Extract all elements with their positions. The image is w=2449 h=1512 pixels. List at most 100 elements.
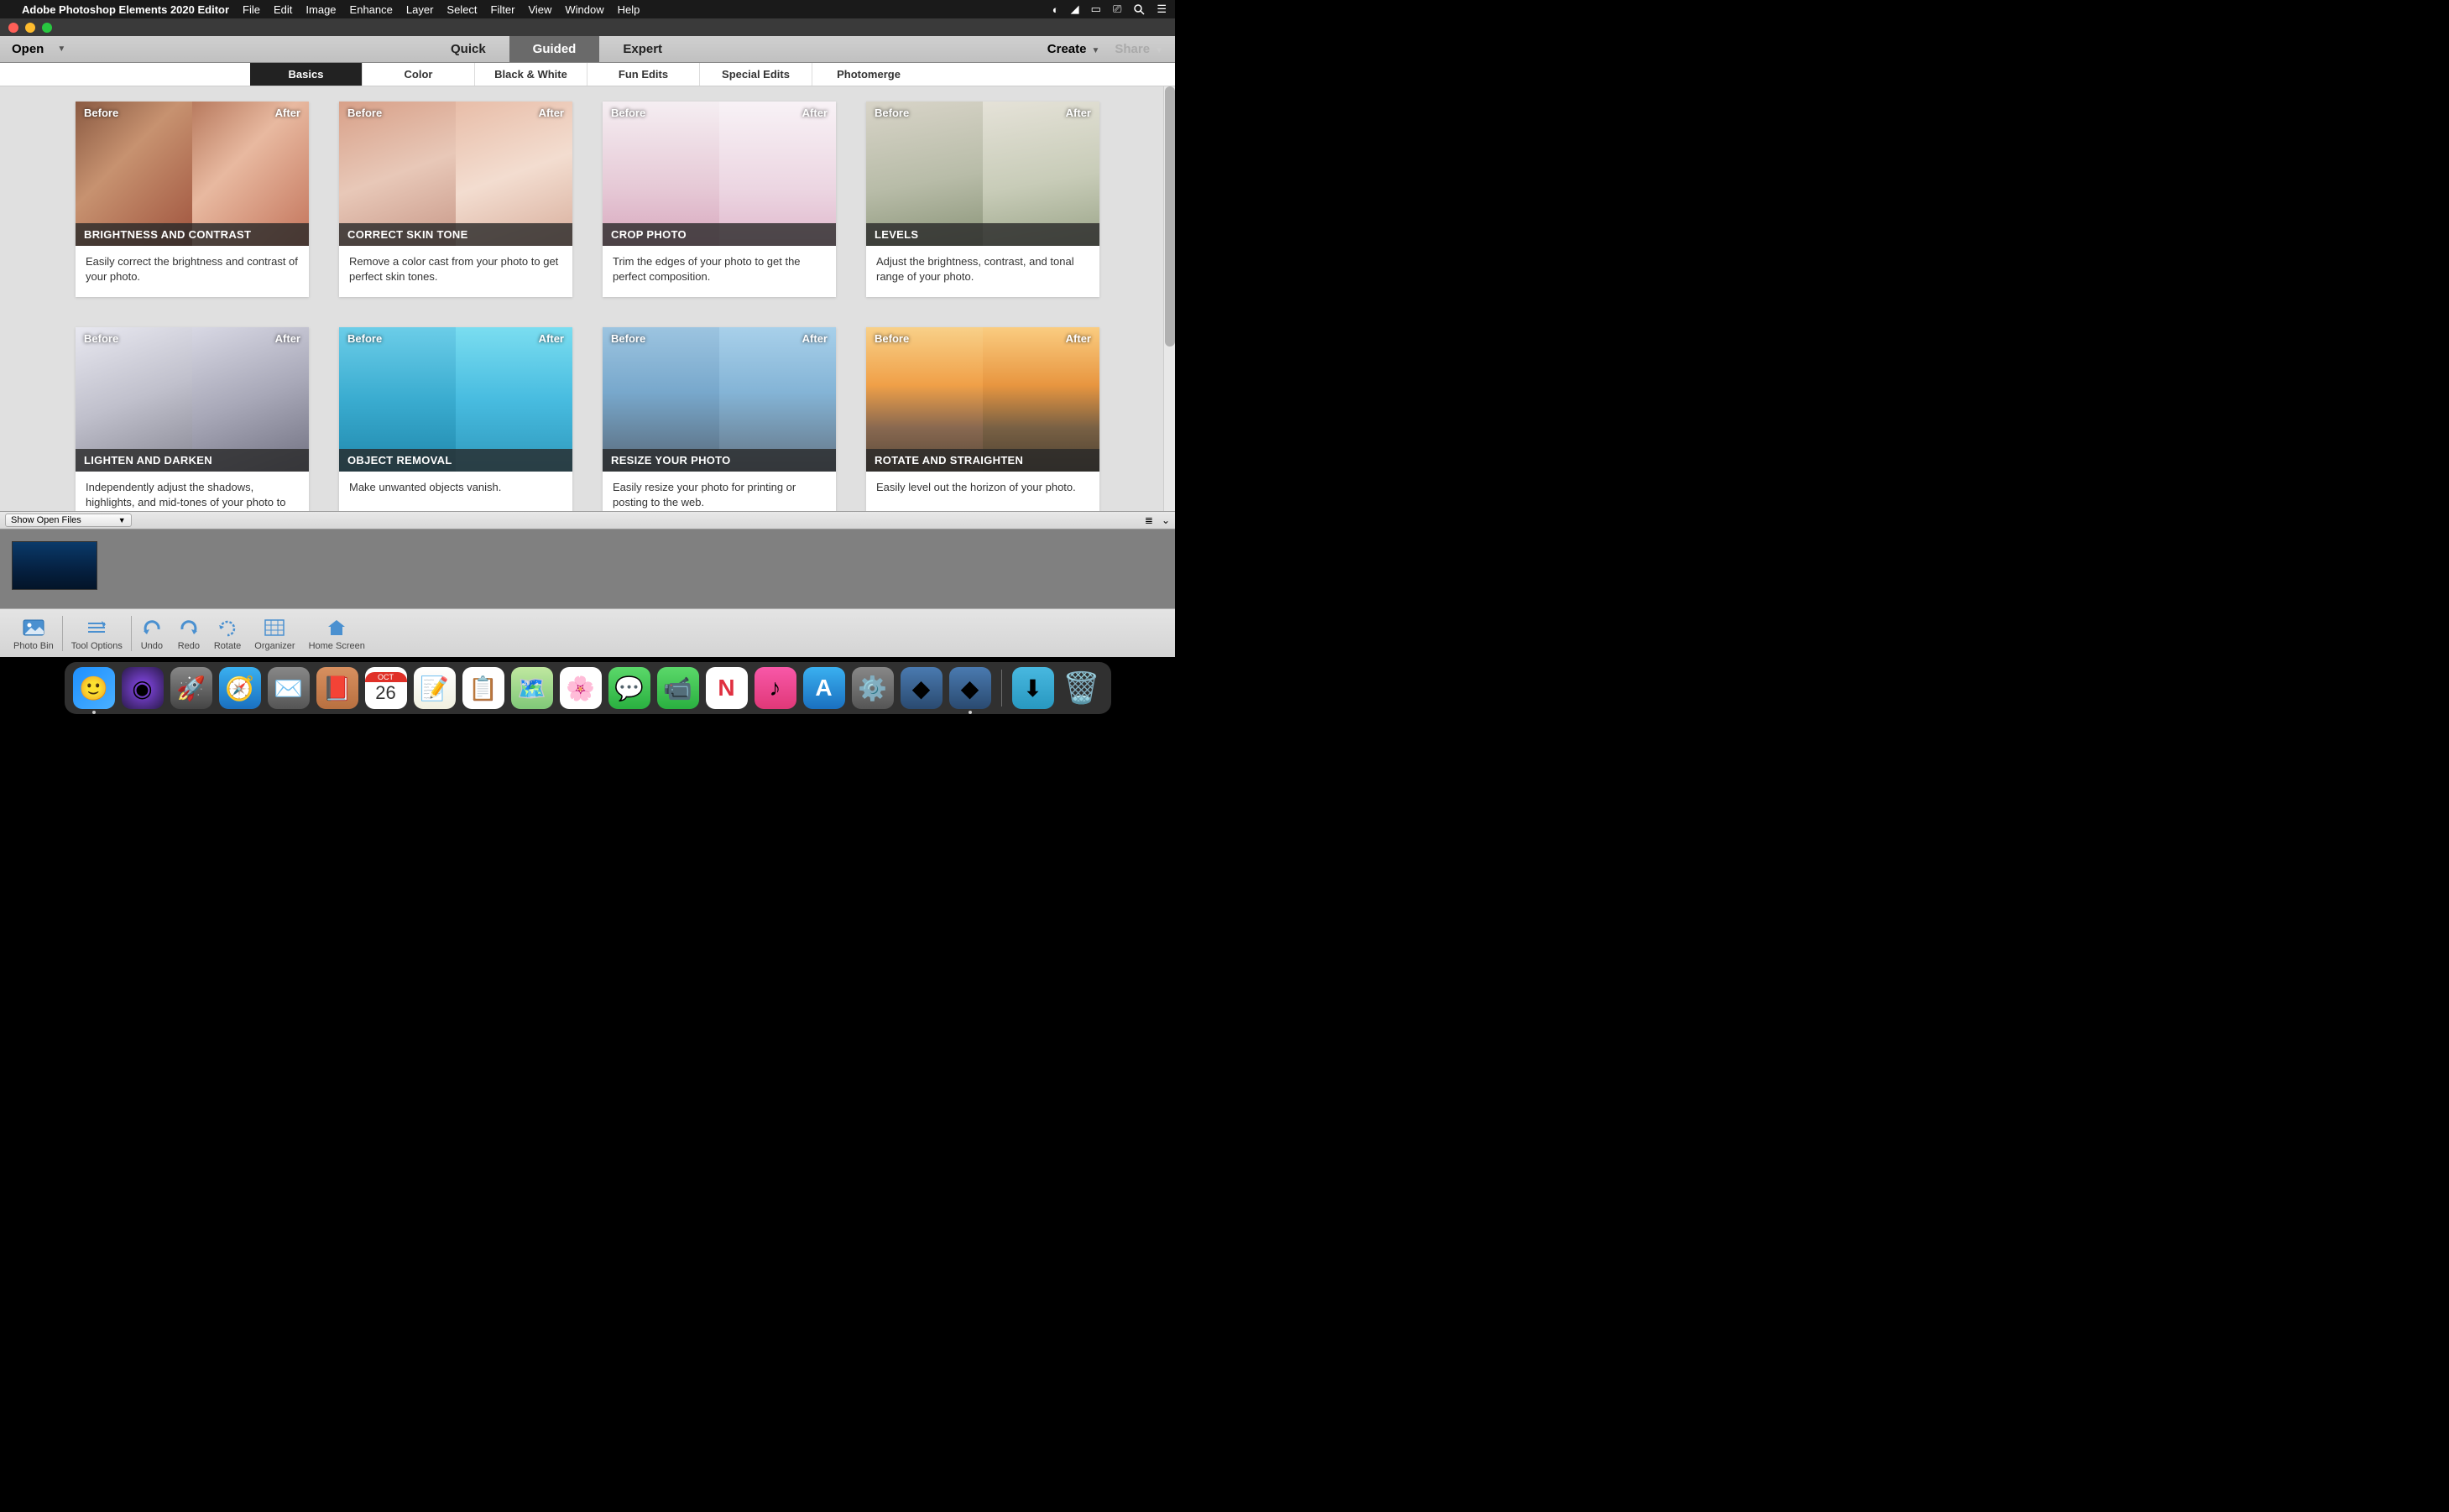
photo-bin-icon [22,616,45,639]
app-top-toolbar: Open ▼ Quick Guided Expert Create▼ Share… [0,36,1175,63]
bin-list-icon[interactable]: ≣ [1145,514,1153,526]
after-label: After [1066,332,1091,345]
card-correct-skin-tone[interactable]: Before After CORRECT SKIN TONE Remove a … [339,102,572,297]
cat-tab-bw[interactable]: Black & White [475,63,587,86]
mode-tab-expert[interactable]: Expert [599,36,686,62]
menu-enhance[interactable]: Enhance [350,3,393,16]
card-rotate-straighten[interactable]: Before After ROTATE AND STRAIGHTEN Easil… [866,327,1099,511]
notification-icon[interactable]: ◢ [1071,3,1079,16]
dock-trash-icon[interactable]: 🗑️ [1061,667,1103,709]
card-title: OBJECT REMOVAL [339,449,572,472]
card-lighten-darken[interactable]: Before After LIGHTEN AND DARKEN Independ… [76,327,309,511]
before-label: Before [875,107,909,119]
open-file-thumbnail[interactable] [12,541,97,590]
after-label: After [802,332,828,345]
dock-launchpad-icon[interactable]: 🚀 [170,667,212,709]
tool-undo[interactable]: Undo [133,613,170,654]
card-title: BRIGHTNESS AND CONTRAST [76,223,309,246]
menu-select[interactable]: Select [446,3,477,16]
menu-view[interactable]: View [528,3,551,16]
control-center-icon[interactable]: ☰ [1157,3,1167,16]
open-button[interactable]: Open [12,42,44,56]
before-label: Before [347,332,382,345]
create-button[interactable]: Create▼ [1047,42,1100,56]
card-resize-photo[interactable]: Before After RESIZE YOUR PHOTO Easily re… [603,327,836,511]
card-desc: Easily level out the horizon of your pho… [866,472,1099,495]
redo-icon [177,616,201,639]
dock-pse-organizer-icon[interactable]: ◆ [901,667,943,709]
cat-tab-basics[interactable]: Basics [250,63,363,86]
bin-view-select[interactable]: Show Open Files▼ [5,514,132,527]
dock-reminders-icon[interactable]: 📋 [462,667,504,709]
minimize-window-button[interactable] [25,23,35,33]
card-object-removal[interactable]: Before After OBJECT REMOVAL Make unwante… [339,327,572,511]
dock-messages-icon[interactable]: 💬 [608,667,650,709]
dock-pse-editor-icon[interactable]: ◆ [949,667,991,709]
app-name-menu[interactable]: Adobe Photoshop Elements 2020 Editor [22,3,229,16]
card-brightness-contrast[interactable]: Before After BRIGHTNESS AND CONTRAST Eas… [76,102,309,297]
close-window-button[interactable] [8,23,18,33]
tool-home-screen[interactable]: Home Screen [302,613,372,654]
spotlight-icon[interactable] [1133,3,1145,15]
card-desc: Easily correct the brightness and contra… [76,246,309,297]
mode-tab-quick[interactable]: Quick [427,36,509,62]
dock-appstore-icon[interactable]: A [803,667,845,709]
dock-downloads-icon[interactable]: ⬇ [1012,667,1054,709]
menu-edit[interactable]: Edit [274,3,292,16]
tool-rotate[interactable]: Rotate [207,613,248,654]
dock-calendar-icon[interactable]: OCT 26 [365,667,407,709]
airplay-icon[interactable]: ▭ [1091,3,1101,16]
dock-facetime-icon[interactable]: 📹 [657,667,699,709]
menu-help[interactable]: Help [618,3,640,16]
tool-redo[interactable]: Redo [170,613,207,654]
after-label: After [539,332,564,345]
menu-file[interactable]: File [243,3,260,16]
creative-cloud-icon[interactable]: ◐ [1052,3,1059,16]
menu-image[interactable]: Image [305,3,336,16]
photo-bin [0,529,1175,608]
photo-bin-header: Show Open Files▼ ≣ ⌄ [0,511,1175,529]
dock-maps-icon[interactable]: 🗺️ [511,667,553,709]
dock-mail-icon[interactable]: ✉️ [268,667,310,709]
open-dropdown-icon[interactable]: ▼ [57,44,65,54]
bin-collapse-icon[interactable]: ⌄ [1162,514,1170,526]
card-crop-photo[interactable]: Before After CROP PHOTO Trim the edges o… [603,102,836,297]
dock-contacts-icon[interactable]: 📕 [316,667,358,709]
card-title: CROP PHOTO [603,223,836,246]
cat-tab-fun-edits[interactable]: Fun Edits [587,63,700,86]
cat-tab-photomerge[interactable]: Photomerge [812,63,925,86]
dock-photos-icon[interactable]: 🌸 [560,667,602,709]
card-title: LIGHTEN AND DARKEN [76,449,309,472]
menu-window[interactable]: Window [565,3,603,16]
dock-system-preferences-icon[interactable]: ⚙️ [852,667,894,709]
dock-siri-icon[interactable]: ◉ [122,667,164,709]
wifi-display-icon[interactable]: ⎚ [1113,3,1121,16]
tool-organizer[interactable]: Organizer [248,613,301,654]
tool-photo-bin[interactable]: Photo Bin [7,613,60,654]
mode-tab-guided[interactable]: Guided [509,36,600,62]
dock-safari-icon[interactable]: 🧭 [219,667,261,709]
bottom-toolbar: Photo Bin Tool Options Undo Redo Rotate … [0,608,1175,657]
tool-options[interactable]: Tool Options [65,613,129,654]
card-desc: Trim the edges of your photo to get the … [603,246,836,297]
before-label: Before [611,107,645,119]
maximize-window-button[interactable] [42,23,52,33]
card-desc: Make unwanted objects vanish. [339,472,572,495]
before-label: Before [84,332,118,345]
card-desc: Independently adjust the shadows, highli… [76,472,309,511]
guided-category-tabs: Basics Color Black & White Fun Edits Spe… [0,63,1175,86]
dock-finder-icon[interactable]: 🙂 [73,667,115,709]
card-desc: Easily resize your photo for printing or… [603,472,836,509]
window-titlebar [0,18,1175,36]
vertical-scrollbar[interactable] [1163,86,1175,511]
menu-layer[interactable]: Layer [406,3,434,16]
dock-notes-icon[interactable]: 📝 [414,667,456,709]
card-levels[interactable]: Before After LEVELS Adjust the brightnes… [866,102,1099,297]
dock-music-icon[interactable]: ♪ [755,667,796,709]
card-desc: Adjust the brightness, contrast, and ton… [866,246,1099,297]
dock-news-icon[interactable]: N [706,667,748,709]
menu-filter[interactable]: Filter [491,3,515,16]
cat-tab-special-edits[interactable]: Special Edits [700,63,812,86]
scrollbar-thumb[interactable] [1165,86,1175,347]
cat-tab-color[interactable]: Color [363,63,475,86]
